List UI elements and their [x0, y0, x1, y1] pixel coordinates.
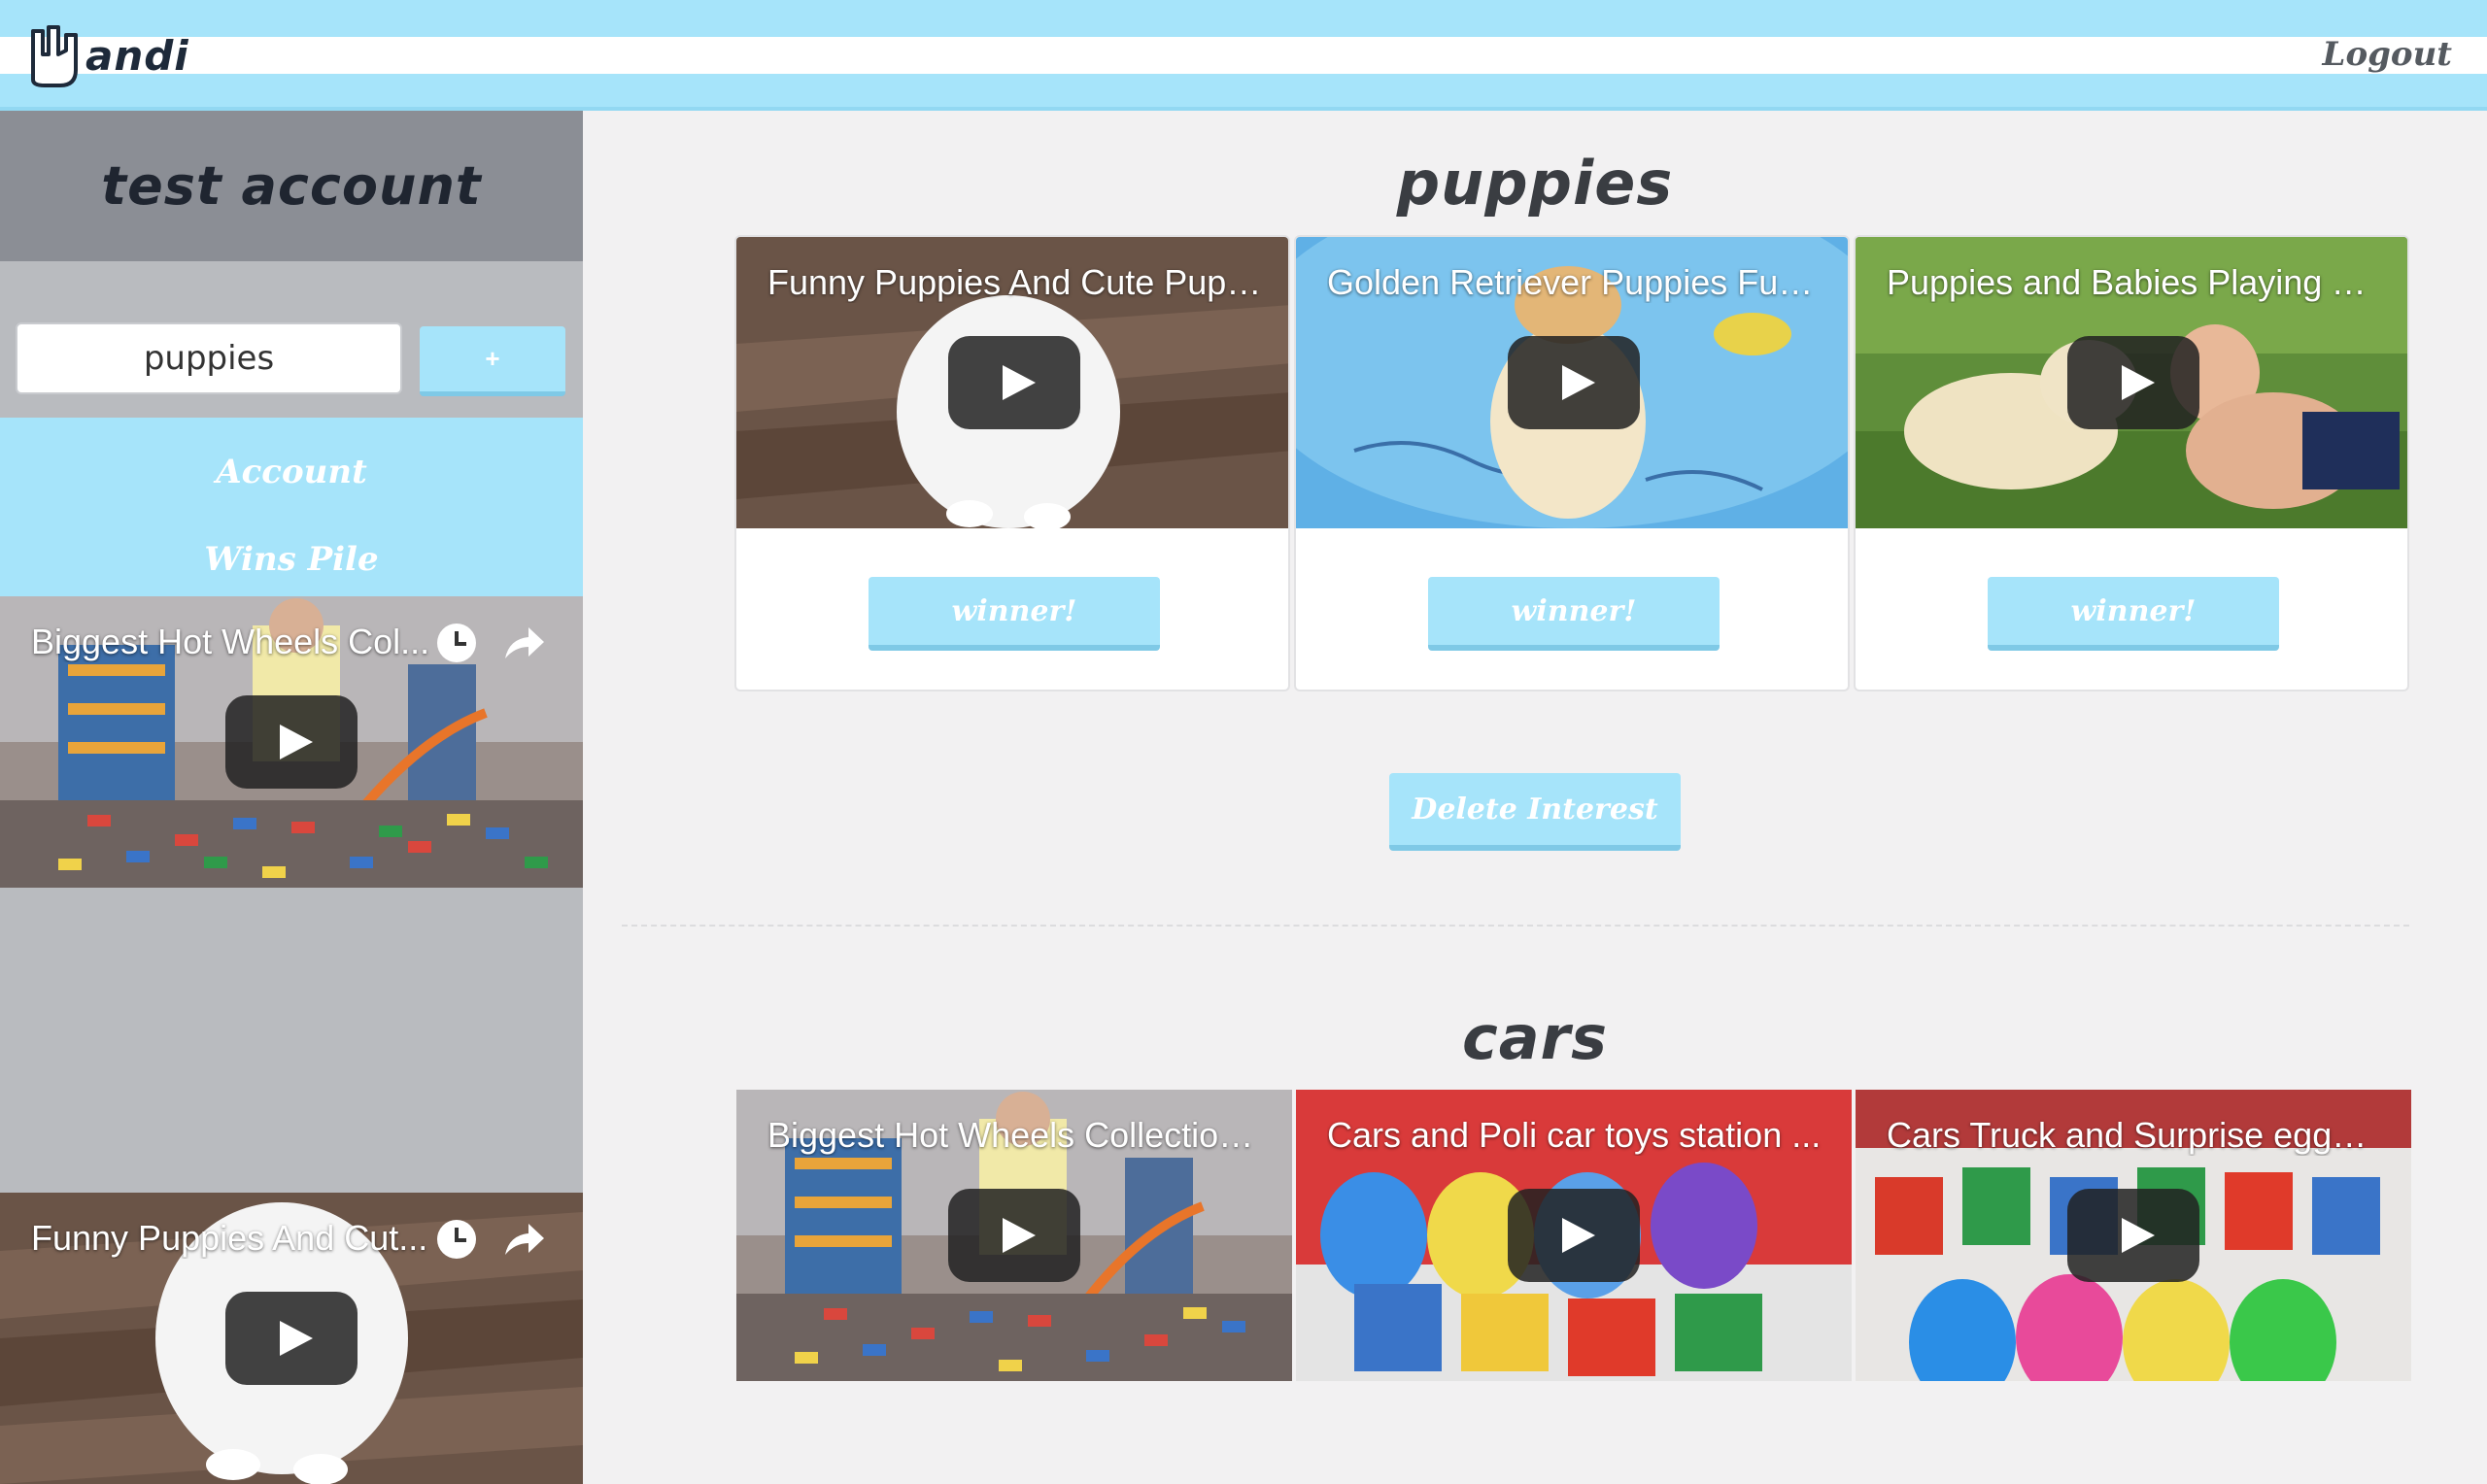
video-title: Funny Puppies And Cute Pupp... [767, 262, 1263, 302]
play-button[interactable] [225, 1292, 358, 1385]
play-button[interactable] [948, 1189, 1080, 1282]
main-content: puppies Funny Puppies And Cute Pupp... w… [583, 111, 2487, 1381]
interest-input[interactable] [16, 322, 402, 394]
video-title: Puppies and Babies Playing To... [1887, 262, 2382, 302]
winner-button[interactable]: winner! [1988, 577, 2279, 651]
hand-logo-icon [31, 25, 78, 87]
video-title: Golden Retriever Puppies Funn... [1327, 262, 1823, 302]
sidebar-video-hot-wheels[interactable]: Biggest Hot Wheels Col... [0, 596, 583, 888]
sidebar-video-funny-puppies[interactable]: Funny Puppies And Cut... [0, 1193, 583, 1484]
sidebar-item-wins-pile[interactable]: Wins Pile [0, 540, 583, 579]
delete-interest-button[interactable]: Delete Interest [1389, 773, 1681, 851]
video-title: Cars and Poli car toys station ... [1327, 1115, 1822, 1155]
video-card: Golden Retriever Puppies Funn... winner! [1294, 235, 1850, 691]
section-divider [622, 925, 2409, 927]
video-thumbnail[interactable]: Biggest Hot Wheels Collection... [736, 1090, 1292, 1381]
play-button[interactable] [1508, 1189, 1640, 1282]
share-icon[interactable] [503, 1222, 546, 1257]
video-card: Funny Puppies And Cute Pupp... winner! [734, 235, 1290, 691]
account-name: test account [101, 155, 482, 217]
video-thumbnail[interactable]: Funny Puppies And Cute Pupp... [736, 237, 1288, 528]
add-interest-button[interactable]: + [420, 326, 565, 396]
play-button[interactable] [948, 336, 1080, 429]
video-title: Biggest Hot Wheels Col... [31, 622, 430, 661]
interest-title-cars: cars [1461, 1002, 1609, 1073]
watch-later-icon[interactable] [437, 624, 476, 662]
video-title: Biggest Hot Wheels Collection... [767, 1115, 1263, 1155]
top-bar: andi Logout [0, 0, 2487, 111]
interest-title-puppies: puppies [1396, 148, 1674, 219]
play-button[interactable] [2067, 1189, 2199, 1282]
play-button[interactable] [2067, 336, 2199, 429]
video-thumbnail[interactable]: Golden Retriever Puppies Funn... [1296, 237, 1848, 528]
watch-later-icon[interactable] [437, 1220, 476, 1259]
winner-button[interactable]: winner! [869, 577, 1160, 651]
sidebar: test account + Account Wins Pile Biggest… [0, 111, 583, 1484]
logo[interactable]: andi [27, 21, 189, 89]
sidebar-nav: Account Wins Pile [0, 418, 583, 596]
video-thumbnail[interactable]: Puppies and Babies Playing To... [1856, 237, 2407, 528]
video-thumbnail[interactable]: Cars and Poli car toys station ... [1296, 1090, 1852, 1381]
top-bar-strip [0, 37, 2487, 74]
sidebar-item-account[interactable]: Account [0, 453, 583, 491]
video-title: Funny Puppies And Cut... [31, 1218, 428, 1258]
video-title: Cars Truck and Surprise eggs ... [1887, 1115, 2382, 1155]
logo-text: andi [85, 31, 189, 80]
play-button[interactable] [225, 695, 358, 789]
share-icon[interactable] [503, 625, 546, 660]
video-card: Puppies and Babies Playing To... winner! [1854, 235, 2409, 691]
winner-button[interactable]: winner! [1428, 577, 1720, 651]
account-header: test account [0, 111, 583, 261]
logout-link[interactable]: Logout [2323, 35, 2452, 74]
play-button[interactable] [1508, 336, 1640, 429]
video-thumbnail[interactable]: Cars Truck and Surprise eggs ... [1856, 1090, 2411, 1381]
